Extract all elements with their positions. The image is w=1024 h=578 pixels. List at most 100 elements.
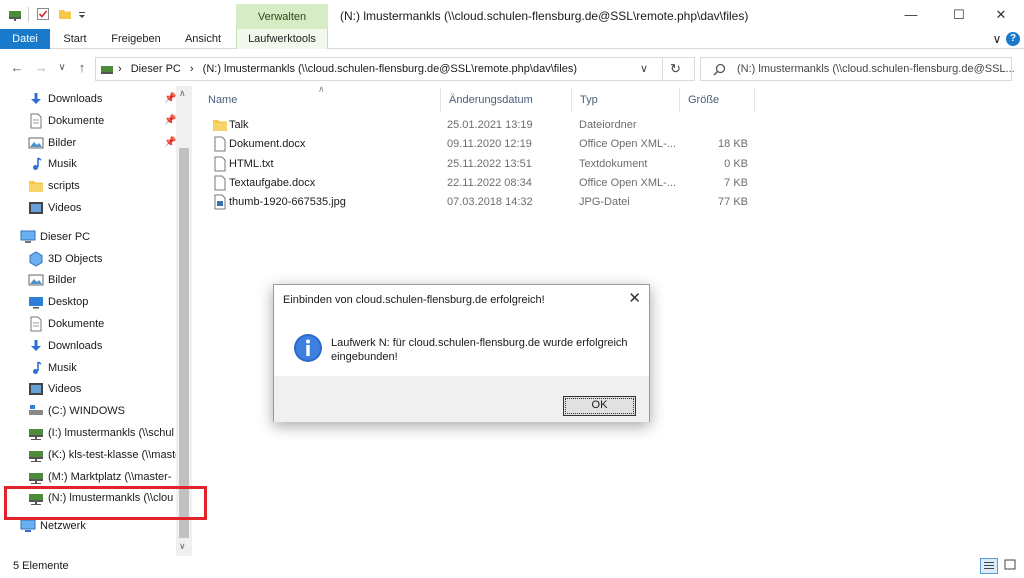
dialog-close-button[interactable]: ✕ bbox=[628, 289, 641, 307]
file-row[interactable]: Talk 25.01.2021 13:19 Dateiordner bbox=[200, 116, 760, 135]
details-view-button[interactable] bbox=[980, 558, 998, 574]
file-name: thumb-1920-667535.jpg bbox=[229, 196, 346, 209]
minimize-button[interactable]: — bbox=[888, 0, 934, 29]
search-input[interactable]: (N:) lmustermankls (\\cloud.schulen-flen… bbox=[737, 63, 1015, 75]
drive-icon bbox=[101, 66, 113, 74]
file-row[interactable]: Textaufgabe.docx 22.11.2022 08:34 Office… bbox=[200, 174, 760, 193]
success-dialog: Einbinden von cloud.schulen-flensburg.de… bbox=[273, 284, 650, 422]
file-name: Dokument.docx bbox=[229, 138, 306, 151]
file-date: 07.03.2018 14:32 bbox=[447, 196, 533, 209]
tab-start[interactable]: Start bbox=[54, 29, 96, 49]
sidebar-item-quick[interactable]: Bilder bbox=[28, 133, 176, 153]
sidebar-item-label: Netzwerk bbox=[40, 520, 86, 533]
search-box[interactable]: (N:) lmustermankls (\\cloud.schulen-flen… bbox=[700, 57, 1015, 81]
sidebar-item-quick[interactable]: Musik bbox=[28, 154, 176, 174]
file-size: 0 KB bbox=[724, 157, 748, 170]
file-date: 25.11.2022 13:51 bbox=[447, 157, 532, 170]
new-folder-icon[interactable] bbox=[58, 7, 72, 21]
sidebar-item-pc[interactable]: Musik bbox=[28, 358, 176, 378]
sidebar-item-quick[interactable]: scripts bbox=[28, 176, 176, 196]
file-row[interactable]: thumb-1920-667535.jpg 07.03.2018 14:32 J… bbox=[200, 193, 760, 212]
pc-icon bbox=[20, 229, 36, 245]
sidebar-item-pc[interactable]: (C:) WINDOWS bbox=[28, 401, 176, 421]
sidebar-item-pc[interactable]: Videos bbox=[28, 379, 176, 399]
scroll-up-button[interactable]: ∧ bbox=[179, 88, 186, 99]
video-icon bbox=[28, 381, 44, 397]
back-button[interactable]: ← bbox=[8, 54, 26, 82]
pictures-icon bbox=[28, 272, 44, 288]
sidebar-item-quick[interactable]: Videos bbox=[28, 198, 176, 218]
sidebar-item-label: scripts bbox=[48, 180, 80, 193]
maximize-button[interactable]: ☐ bbox=[936, 0, 982, 29]
sidebar-item-pc[interactable]: (M:) Marktplatz (\\master- bbox=[28, 467, 176, 487]
file-type: Office Open XML-... bbox=[579, 176, 677, 189]
network-drive-icon bbox=[28, 447, 44, 463]
details-view-icon bbox=[984, 562, 994, 569]
title-bar: Verwalten (N:) lmustermankls (\\cloud.sc… bbox=[0, 0, 1024, 29]
sidebar-item-quick[interactable]: Dokumente bbox=[28, 111, 176, 131]
tab-freigeben[interactable]: Freigeben bbox=[105, 29, 167, 49]
network-icon bbox=[20, 518, 36, 534]
ok-button[interactable]: OK bbox=[563, 396, 636, 416]
sidebar-item-dieser-pc[interactable]: Dieser PC bbox=[20, 227, 176, 247]
help-button[interactable]: ? bbox=[1006, 32, 1020, 46]
image-file-icon bbox=[212, 194, 228, 213]
sidebar-item-pc[interactable]: (K:) kls-test-klasse (\\maste bbox=[28, 445, 176, 465]
close-window-button[interactable]: ✕ bbox=[978, 0, 1024, 29]
file-row[interactable]: Dokument.docx 09.11.2020 12:19 Office Op… bbox=[200, 135, 760, 154]
file-size: 7 KB bbox=[724, 176, 748, 189]
breadcrumb-dieser-pc[interactable]: Dieser PC bbox=[131, 63, 181, 75]
sidebar-item-label: (C:) WINDOWS bbox=[48, 405, 125, 418]
file-date: 25.01.2021 13:19 bbox=[447, 119, 533, 131]
address-row: ← → ∨ ↑ › Dieser PC › (N:) lmustermankls… bbox=[0, 54, 1024, 82]
sidebar-item-pc[interactable]: Downloads bbox=[28, 336, 176, 356]
properties-icon[interactable] bbox=[36, 7, 50, 21]
sidebar-item-pc[interactable]: (I:) lmustermankls (\\schul bbox=[28, 423, 176, 443]
tab-datei[interactable]: Datei bbox=[0, 29, 50, 49]
column-size[interactable]: Größe bbox=[680, 88, 755, 112]
file-name: Textaufgabe.docx bbox=[229, 176, 316, 189]
large-icons-view-icon bbox=[1004, 559, 1016, 570]
recent-locations-button[interactable]: ∨ bbox=[56, 54, 68, 82]
customize-toolbar-icon[interactable] bbox=[77, 7, 87, 21]
column-headers: ∧ Name Änderungsdatum Typ Größe bbox=[200, 84, 760, 112]
address-path: › Dieser PC › (N:) lmustermankls (\\clou… bbox=[118, 63, 577, 75]
info-icon bbox=[294, 334, 322, 362]
drive-icon[interactable] bbox=[8, 7, 22, 21]
network-drive-icon bbox=[28, 425, 44, 441]
refresh-button[interactable]: ↻ bbox=[670, 61, 681, 77]
ribbon-tabs: Datei Start Freigeben Ansicht Laufwerkto… bbox=[0, 29, 1024, 49]
tiles-view-button[interactable] bbox=[1002, 558, 1020, 574]
tab-laufwerktools[interactable]: Laufwerktools bbox=[236, 29, 328, 49]
scrollbar-thumb[interactable] bbox=[179, 148, 189, 538]
dialog-message: Laufwerk N: für cloud.schulen-flensburg.… bbox=[331, 337, 628, 363]
sidebar-item-pc[interactable]: Bilder bbox=[28, 270, 176, 290]
scroll-down-button[interactable]: ∨ bbox=[179, 541, 186, 552]
music-icon bbox=[28, 156, 44, 172]
breadcrumb-drive[interactable]: (N:) lmustermankls (\\cloud.schulen-flen… bbox=[203, 63, 577, 75]
dialog-title: Einbinden von cloud.schulen-flensburg.de… bbox=[283, 294, 545, 306]
desktop-icon bbox=[28, 294, 44, 310]
file-type: Textdokument bbox=[579, 157, 648, 170]
network-drive-icon bbox=[28, 469, 44, 485]
column-name[interactable]: Name bbox=[200, 88, 441, 112]
sidebar-item-pc[interactable]: 3D Objects bbox=[28, 249, 176, 269]
sidebar-item-label: Dokumente bbox=[48, 114, 105, 127]
sidebar-item-label: Dokumente bbox=[48, 318, 105, 330]
sidebar-item-label: Musik bbox=[48, 158, 77, 171]
tab-ansicht[interactable]: Ansicht bbox=[178, 29, 228, 49]
sidebar-item-pc[interactable]: Dokumente bbox=[28, 314, 176, 334]
forward-button[interactable]: → bbox=[32, 54, 50, 82]
sidebar-item-label: (M:) Marktplatz (\\master- bbox=[48, 470, 172, 483]
column-date[interactable]: Änderungsdatum bbox=[441, 88, 572, 112]
file-icon bbox=[212, 136, 228, 155]
address-dropdown-button[interactable]: ∨ bbox=[640, 62, 648, 75]
sidebar-item-quick[interactable]: Downloads bbox=[28, 89, 176, 109]
address-bar[interactable]: › Dieser PC › (N:) lmustermankls (\\clou… bbox=[95, 57, 695, 81]
file-row[interactable]: HTML.txt 25.11.2022 13:51 Textdokument 0… bbox=[200, 155, 760, 174]
ribbon-collapse-button[interactable]: ∨ bbox=[990, 29, 1004, 49]
window-title: (N:) lmustermankls (\\cloud.schulen-flen… bbox=[340, 9, 749, 23]
up-button[interactable]: ↑ bbox=[74, 54, 90, 82]
sidebar-item-pc[interactable]: Desktop bbox=[28, 292, 176, 312]
column-type[interactable]: Typ bbox=[572, 88, 680, 112]
